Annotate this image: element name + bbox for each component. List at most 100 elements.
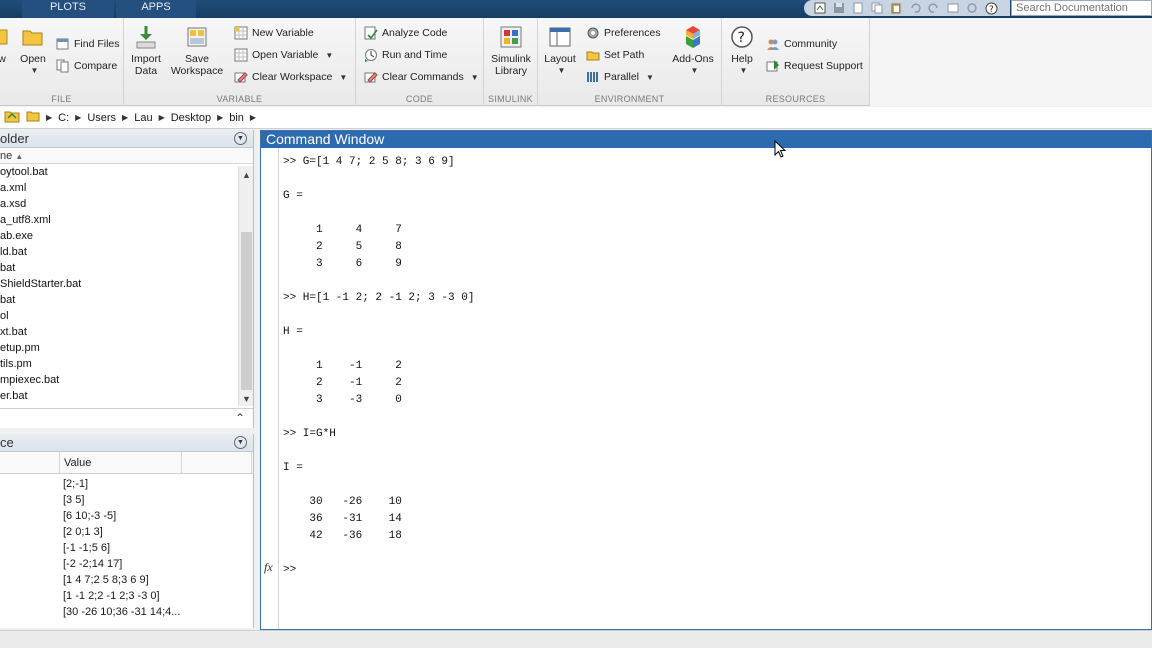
chevron-up-icon[interactable]: ⌃ [235,411,245,425]
search-documentation-input[interactable] [1011,0,1152,16]
command-prompt[interactable]: >> [283,564,296,576]
file-list-scrollbar[interactable]: ▲ ▼ [238,166,253,406]
variable-row[interactable]: [-1 -1;5 6] [0,540,253,556]
breadcrumb-desktop[interactable]: Desktop [171,112,211,124]
chevron-right-icon[interactable]: ▶ [46,113,52,122]
output-matrix-row: 30 -26 10 [283,496,402,508]
community-button[interactable]: Community [766,37,837,51]
chevron-down-icon[interactable]: ▼ [234,132,247,145]
save-workspace-button[interactable]: Save Workspace [168,24,226,77]
shortcut-icon[interactable] [812,1,828,15]
file-item[interactable]: a.xml [0,180,238,196]
chevron-down-icon[interactable]: ▼ [234,436,247,449]
file-item[interactable]: a_utf8.xml [0,212,238,228]
compare-button[interactable]: Compare [56,59,117,73]
import-data-button[interactable]: Import Data [130,24,162,77]
analyze-code-button[interactable]: Analyze Code [364,26,447,40]
name-column-header[interactable]: ne ▲ [0,148,253,164]
copy-icon[interactable] [869,1,885,15]
chevron-right-icon[interactable]: ▶ [217,113,223,122]
undo-icon[interactable] [907,1,923,15]
value-column-header[interactable]: Value [60,452,182,473]
request-support-button[interactable]: Request Support [766,59,863,73]
workspace-header-row: Value [0,452,253,474]
scrollbar-thumb[interactable] [241,232,252,390]
file-item[interactable]: mpiexec.bat [0,372,238,388]
file-item[interactable]: ol [0,308,238,324]
file-item[interactable]: a.xsd [0,196,238,212]
cut-icon[interactable] [850,1,866,15]
ribbon-empty-area [870,18,1152,106]
help-button[interactable]: ? Help ▼ [728,24,756,77]
code-section: Analyze Code Run and Time Clear Commands… [356,18,484,106]
output-variable-name: H = [283,326,303,338]
tab-apps[interactable]: APPS [116,0,196,18]
clear-workspace-button[interactable]: Clear Workspace ▼ [234,70,347,84]
variable-value: [-2 -2;14 17] [63,558,123,570]
new-variable-button[interactable]: New Variable [234,26,314,40]
chevron-right-icon[interactable]: ▶ [122,113,128,122]
breadcrumb-user[interactable]: Lau [134,112,152,124]
chevron-right-icon[interactable]: ▶ [75,113,81,122]
variable-row[interactable]: [2;-1] [0,476,253,492]
variable-row[interactable]: [30 -26 10;36 -31 14;4... [0,604,253,620]
command-window-gutter [261,148,279,629]
file-item[interactable]: tils.pm [0,356,238,372]
open-variable-button[interactable]: Open Variable ▼ [234,48,333,62]
clear-commands-button[interactable]: Clear Commands ▼ [364,70,479,84]
file-item[interactable]: er.bat [0,388,238,404]
name-column-header[interactable] [0,452,60,473]
file-item[interactable]: etup.pm [0,340,238,356]
command-window-body[interactable]: >> G=[1 4 7; 2 5 8; 3 6 9] G = 1 4 7 2 5… [261,148,1151,629]
chevron-right-icon[interactable]: ▶ [250,113,256,122]
open-button[interactable]: Open ▼ [16,24,50,77]
preferences-button[interactable]: Preferences [586,26,661,40]
variable-row[interactable]: [2 0;1 3] [0,524,253,540]
variable-row[interactable]: [6 10;-3 -5] [0,508,253,524]
variable-row[interactable]: [1 -1 2;2 -1 2;3 -3 0] [0,588,253,604]
gear-icon [586,26,600,40]
tab-plots[interactable]: PLOTS [22,0,114,18]
variable-row[interactable]: [1 4 7;2 5 8;3 6 9] [0,572,253,588]
file-item[interactable]: ab.exe [0,228,238,244]
layout-button[interactable]: Layout ▼ [542,24,578,77]
command-window-title: Command Window [261,131,1151,148]
chevron-right-icon[interactable]: ▶ [159,113,165,122]
extra-column-header[interactable] [182,452,252,473]
quick-access-toolbar: ? [804,0,1010,16]
find-files-button[interactable]: Find Files [56,37,120,51]
redo-icon[interactable] [926,1,942,15]
paste-icon[interactable] [888,1,904,15]
file-item[interactable]: ld.bat [0,244,238,260]
set-path-button[interactable]: Set Path [586,48,644,62]
breadcrumb-drive[interactable]: C: [58,112,69,124]
current-folder-title: older ▼ [0,130,253,148]
switch-windows-icon[interactable] [945,1,961,15]
environment-section: Layout ▼ Preferences Set Path Parallel ▼… [538,18,722,106]
file-item[interactable]: oytool.bat [0,164,238,180]
scroll-up-icon[interactable]: ▲ [239,170,254,180]
variable-row[interactable]: [-2 -2;14 17] [0,556,253,572]
browse-folder-icon[interactable] [4,109,20,126]
save-icon[interactable] [831,1,847,15]
file-item[interactable]: bat [0,292,238,308]
function-browser-icon[interactable]: fx [264,560,273,575]
svg-text:?: ? [738,30,745,46]
command-window[interactable]: Command Window >> G=[1 4 7; 2 5 8; 3 6 9… [260,130,1152,630]
file-item[interactable]: ShieldStarter.bat [0,276,238,292]
scroll-down-icon[interactable]: ▼ [239,394,254,404]
file-item[interactable]: xt.bat [0,324,238,340]
parallel-button[interactable]: Parallel ▼ [586,70,654,84]
customize-icon[interactable] [964,1,980,15]
compare-icon [56,59,70,73]
add-ons-button[interactable]: Add-Ons ▼ [670,24,716,77]
new-button[interactable]: w [0,24,8,65]
variable-row[interactable]: [3 5] [0,492,253,508]
svg-text:?: ? [989,5,994,15]
file-item[interactable]: bat [0,260,238,276]
breadcrumb-bin[interactable]: bin [229,112,244,124]
help-icon[interactable]: ? [983,1,999,15]
simulink-library-button[interactable]: Simulink Library [490,24,532,77]
run-and-time-button[interactable]: Run and Time [364,48,447,62]
breadcrumb-users[interactable]: Users [87,112,116,124]
